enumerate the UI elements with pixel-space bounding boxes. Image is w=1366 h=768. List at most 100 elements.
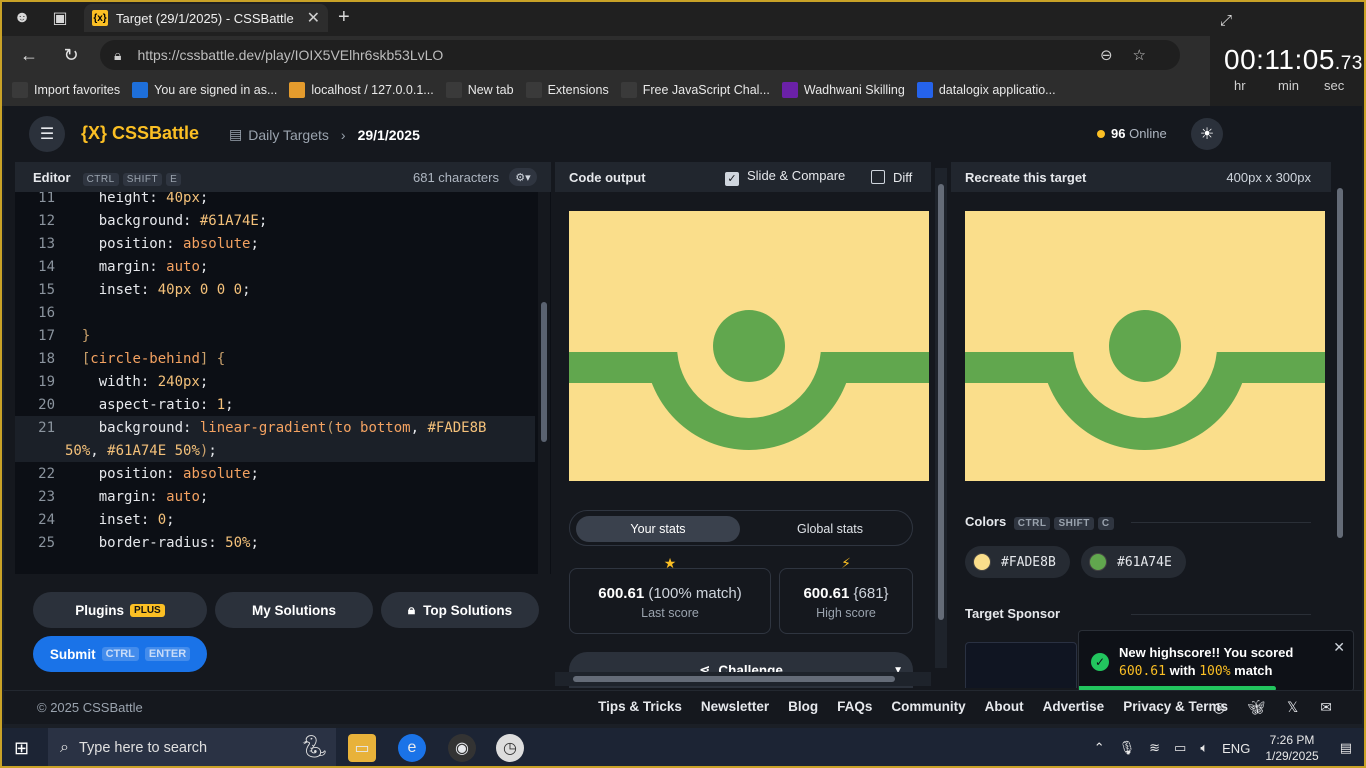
code-token: #61A74E [199,212,259,229]
favorite-item[interactable]: You are signed in as... [130,78,287,102]
output-scrollbar-thumb[interactable] [938,184,944,620]
diff-toggle[interactable]: Diff [871,169,912,185]
wifi-icon[interactable]: ≋ [1149,740,1160,756]
zoom-icon[interactable]: ⊖ [1100,47,1133,64]
output-hscrollbar[interactable] [555,672,931,686]
code-line[interactable]: 11 height: 40px; [15,192,535,209]
expand-icon[interactable]: ⤢ [1220,12,1232,29]
top-solutions-button[interactable]: 🔒︎ Top Solutions [381,592,539,628]
editor-settings-gear-icon[interactable]: ⚙▾ [509,168,537,186]
editor-scrollbar-thumb[interactable] [541,302,547,442]
tab-your-stats[interactable]: Your stats [576,516,740,542]
mail-icon[interactable]: ✉ [1320,699,1332,716]
file-explorer-icon[interactable]: ▭ [348,734,376,762]
breadcrumb-daily-targets[interactable]: Daily Targets [248,127,329,143]
code-token: , [410,419,428,436]
target-scrollbar[interactable] [1334,180,1346,560]
code-line[interactable]: 20 aspect-ratio: 1; [15,393,535,416]
sponsor-ad-image[interactable] [965,642,1077,688]
my-solutions-button[interactable]: My Solutions [215,592,373,628]
favorite-label: Wadhwani Skilling [803,83,905,97]
submit-label: Submit [49,646,96,662]
plugins-button[interactable]: Plugins PLUS [33,592,207,628]
discord-icon[interactable]: ◎ [1213,699,1225,716]
language-indicator[interactable]: ENG [1222,741,1250,756]
url-field[interactable]: 🔒︎ https://cssbattle.dev/play/IOIX5VElhr… [100,40,1180,70]
checkbox-unchecked-icon[interactable] [871,169,885,184]
close-toast-icon[interactable]: ✕ [1333,639,1345,656]
bluesky-icon[interactable]: 🦋︎ [1247,699,1265,716]
code-line[interactable]: 25 border-radius: 50%; [15,531,535,554]
volume-icon[interactable]: 🔈︎ [1200,740,1208,756]
new-tab-button[interactable]: + [338,6,350,29]
slide-compare-toggle[interactable]: ✓ Slide & Compare [725,168,845,186]
tab-global-stats[interactable]: Global stats [750,516,910,542]
back-button[interactable]: ← [16,42,42,68]
checkbox-checked-icon[interactable]: ✓ [725,172,739,186]
output-hscrollbar-thumb[interactable] [573,676,895,682]
microphone-icon[interactable]: 🎙︎ [1119,740,1136,756]
code-line[interactable]: 18 [circle-behind] { [15,347,535,370]
code-editor[interactable]: 11 height: 40px; 12 background: #61A74E; 1… [15,192,551,574]
favorite-item[interactable]: Extensions [524,78,619,102]
code-line[interactable]: 24 inset: 0; [15,508,535,531]
output-scrollbar[interactable] [935,168,947,668]
high-score-label: High score [816,606,876,620]
close-tab-icon[interactable]: ✕ [307,8,320,28]
favorite-item[interactable]: Wadhwani Skilling [780,78,915,102]
code-line[interactable]: 21 background: linear-gradient(to bottom… [15,416,535,439]
clock-app-icon[interactable]: ◷ [496,734,524,762]
footer-link[interactable]: About [985,699,1024,714]
x-twitter-icon[interactable]: 𝕏 [1287,699,1298,716]
code-line[interactable]: 12 background: #61A74E; [15,209,535,232]
kbd-ctrl: CTRL [1013,517,1051,530]
screen-recorder-icon[interactable]: ◉ [448,734,476,762]
tab-actions-icon[interactable]: ▣ [42,0,78,36]
profile-avatar-icon[interactable]: ☻ [4,0,40,36]
theme-toggle-sun-icon[interactable]: ☀ [1191,118,1223,150]
favorite-item[interactable]: Free JavaScript Chal... [619,78,780,102]
favorite-item[interactable]: localhost / 127.0.0.1... [287,78,443,102]
code-line[interactable]: 22 position: absolute; [15,462,535,485]
menu-button[interactable]: ☰ [29,116,65,152]
online-count: 96 [1111,126,1126,141]
browser-tab[interactable]: {x} Target (29/1/2025) - CSSBattle ✕ [84,4,328,32]
footer-link[interactable]: FAQs [837,699,872,714]
footer-link[interactable]: Blog [788,699,818,714]
code-line[interactable]: 15 inset: 40px 0 0 0; [15,278,535,301]
code-line[interactable]: 50%, #61A74E 50%); [15,439,535,462]
submit-button[interactable]: Submit CTRL ENTER [33,636,207,672]
notifications-icon[interactable]: ▤ [1340,740,1352,756]
windows-start-icon[interactable]: ⊞ [14,738,29,759]
code-output-canvas[interactable] [569,211,929,481]
favorite-item[interactable]: Import favorites [10,78,130,102]
footer-link[interactable]: Newsletter [701,699,769,714]
code-line[interactable]: 19 width: 240px; [15,370,535,393]
code-line[interactable]: 14 margin: auto; [15,255,535,278]
last-score-value: 600.61 (100% match) [570,585,770,602]
favorite-item[interactable]: datalogix applicatio... [915,78,1066,102]
color-chip-yellow[interactable]: #FADE8B [965,546,1070,578]
footer-link[interactable]: Community [891,699,965,714]
target-scrollbar-thumb[interactable] [1337,188,1343,538]
favorite-star-icon[interactable]: ☆ [1133,47,1166,64]
cssbattle-logo[interactable]: {X} CSSBattle [81,123,199,144]
taskbar-clock[interactable]: 7:26 PM 1/29/2025 [1265,732,1318,764]
code-token: ; [199,373,209,390]
favorite-item[interactable]: New tab [444,78,524,102]
footer-link[interactable]: Advertise [1043,699,1105,714]
code-line[interactable]: 23 margin: auto; [15,485,535,508]
refresh-button[interactable]: ↻ [58,42,84,68]
taskbar-search[interactable]: ⌕ Type here to search 🐍︎ [48,728,336,768]
color-chip-green[interactable]: #61A74E [1081,546,1186,578]
battery-icon[interactable]: ▭ [1174,740,1186,756]
chevron-up-icon[interactable]: ⌃ [1094,740,1105,756]
code-line[interactable]: 13 position: absolute; [15,232,535,255]
code-token: linear-gradient [199,419,327,436]
edge-browser-icon[interactable]: e [398,734,426,762]
code-text: border-radius: 50%; [65,535,259,551]
footer-link[interactable]: Tips & Tricks [598,699,682,714]
code-line[interactable]: 16 [15,301,535,324]
code-line[interactable]: 17 } [15,324,535,347]
editor-scrollbar[interactable] [538,192,550,574]
